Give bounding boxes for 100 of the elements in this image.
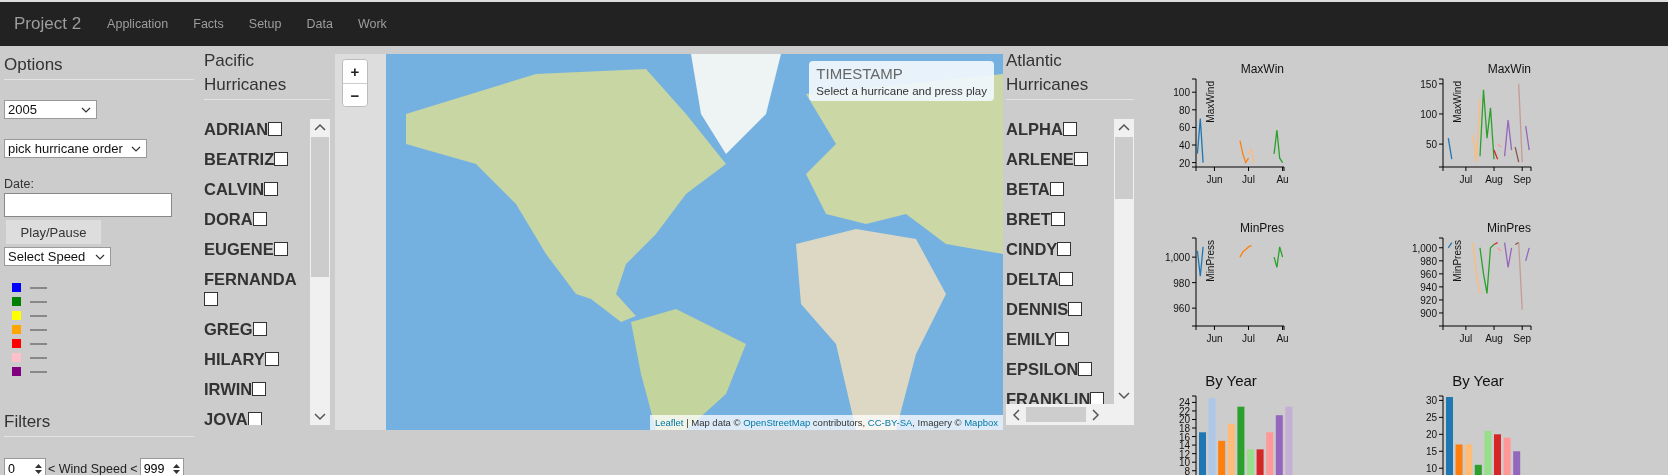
chart-title: MinPres: [1240, 221, 1284, 235]
hurricane-checkbox[interactable]: [1090, 392, 1105, 404]
min-wind-field[interactable]: 0: [4, 458, 46, 475]
hurricane-checkbox[interactable]: [1049, 182, 1064, 196]
horizontal-scrollbar[interactable]: [1006, 404, 1134, 425]
timestamp-title: TIMESTAMP: [816, 65, 904, 82]
hurricane-name: DENNIS: [1006, 300, 1069, 318]
hurricane-checkbox[interactable]: [204, 292, 218, 306]
scroll-thumb[interactable]: [1026, 407, 1086, 422]
axis-tick-label: Au: [1276, 333, 1289, 344]
hurricane-name: CALVIN: [204, 180, 265, 198]
hurricane-name: ARLENE: [1006, 150, 1074, 168]
hurricane-checkbox[interactable]: [1073, 152, 1088, 166]
hurricane-checkbox[interactable]: [1078, 362, 1093, 376]
legend-mark: [30, 314, 47, 317]
scroll-up-icon[interactable]: [1118, 123, 1130, 131]
chart-bar: [1256, 449, 1264, 475]
scroll-down-icon[interactable]: [314, 413, 326, 421]
axis-tick-label: 20: [1178, 157, 1190, 169]
axis-tick-label: 60: [1178, 122, 1190, 134]
speed-select[interactable]: Select Speed: [4, 247, 111, 266]
hurricane-checkbox[interactable]: [247, 412, 262, 425]
axis-tick-label: 20: [1178, 414, 1190, 426]
hurricane-checkbox[interactable]: [268, 122, 283, 136]
axis-tick-label: 1,000: [1411, 242, 1437, 254]
chart-line: [1273, 246, 1284, 268]
legend-mark: [30, 342, 47, 345]
order-select[interactable]: pick hurricane order: [4, 139, 147, 158]
hurricane-checkbox[interactable]: [252, 212, 267, 226]
axis-tick-label: 960: [1173, 303, 1190, 315]
axis-tick-label: Jul: [1459, 333, 1473, 344]
year-select[interactable]: 2005: [4, 100, 97, 119]
hurricane-checkbox[interactable]: [1050, 212, 1065, 226]
axis-label: MaxWind: [1205, 81, 1216, 123]
hurricane-name: ADRIAN: [204, 120, 269, 138]
hurricane-name: JOVA: [204, 410, 248, 425]
chart-title: MaxWin: [1487, 62, 1531, 76]
nav-link[interactable]: Facts: [193, 17, 224, 31]
hurricane-checkbox[interactable]: [1058, 272, 1073, 286]
axis-tick-label: 900: [1420, 307, 1437, 319]
chart-bar: [1285, 406, 1293, 475]
axis-tick-label: 920: [1420, 294, 1437, 306]
field-label: Date:: [4, 177, 35, 191]
play-pause-button[interactable]: Play/Pause: [5, 219, 102, 245]
axis-label: MaxWind: [1452, 81, 1463, 123]
zoom-in-button[interactable]: +: [343, 60, 367, 83]
axis-tick-label: 960: [1420, 268, 1437, 280]
nav-link[interactable]: Work: [357, 17, 387, 31]
axis-label: MinPress: [1205, 240, 1216, 282]
chart-bar: [1503, 437, 1511, 475]
hurricane-checkbox[interactable]: [274, 152, 289, 166]
hurricane-checkbox[interactable]: [1062, 122, 1077, 136]
scroll-thumb[interactable]: [1115, 137, 1133, 199]
axis-tick-label: Jul: [1242, 174, 1255, 185]
chart-bar: [1247, 449, 1254, 475]
hurricane-name: ALPHA: [1006, 120, 1063, 138]
nav-link[interactable]: Setup: [248, 17, 282, 31]
axis-tick-label: Jun: [1206, 174, 1223, 185]
hurricane-name: BETA: [1006, 180, 1050, 198]
hurricane-checkbox[interactable]: [264, 352, 279, 366]
hurricane-checkbox[interactable]: [252, 382, 267, 396]
hurricane-name: FERNANDA: [204, 270, 297, 288]
date-field[interactable]: [4, 193, 172, 217]
attribution-link[interactable]: Mapbox: [964, 417, 998, 428]
hurricane-checkbox[interactable]: [1054, 332, 1069, 346]
spinner-icon[interactable]: [34, 462, 43, 475]
nav-link[interactable]: Data: [306, 17, 333, 31]
axis-tick-label: Aug: [1485, 333, 1503, 344]
scroll-right-icon[interactable]: [1092, 408, 1100, 421]
chart-line: [1239, 245, 1253, 258]
chart-bar: [1455, 444, 1463, 475]
axis-tick-label: Sep: [1513, 333, 1532, 344]
chart-line: [1447, 241, 1453, 249]
hurricane-name: IRWIN: [204, 380, 253, 398]
vertical-scrollbar[interactable]: [1114, 119, 1134, 404]
axis-tick-label: 50: [1425, 139, 1437, 151]
spinner-icon[interactable]: [171, 462, 181, 475]
axis-tick-label: 80: [1178, 104, 1190, 116]
zoom-out-button[interactable]: −: [343, 83, 367, 106]
chart-bar: [1199, 432, 1206, 475]
scroll-up-icon[interactable]: [314, 123, 326, 131]
chart-bar: [1494, 434, 1501, 475]
hurricane-checkbox[interactable]: [252, 322, 267, 336]
vertical-scrollbar[interactable]: [310, 119, 330, 425]
brand-link[interactable]: Project 2: [14, 14, 82, 34]
hurricane-checkbox[interactable]: [264, 182, 279, 196]
nav-link[interactable]: Application: [107, 17, 169, 31]
hurricane-checkbox[interactable]: [273, 242, 288, 256]
hurricane-checkbox[interactable]: [1068, 302, 1083, 316]
hurricane-checkbox[interactable]: [1057, 242, 1072, 256]
axis-tick-label: 150: [1420, 78, 1437, 90]
scroll-left-icon[interactable]: [1012, 408, 1020, 421]
hurricane-name: EUGENE: [204, 240, 274, 258]
attribution-link[interactable]: OpenStreetMap: [743, 417, 811, 428]
attribution-link[interactable]: Leaflet: [654, 417, 684, 428]
axis-tick-label: 100: [1173, 87, 1190, 99]
max-wind-field[interactable]: 999: [139, 458, 184, 475]
scroll-down-icon[interactable]: [1118, 392, 1130, 400]
section-heading: Pacific Hurricanes: [204, 46, 330, 100]
scroll-thumb[interactable]: [311, 137, 329, 277]
